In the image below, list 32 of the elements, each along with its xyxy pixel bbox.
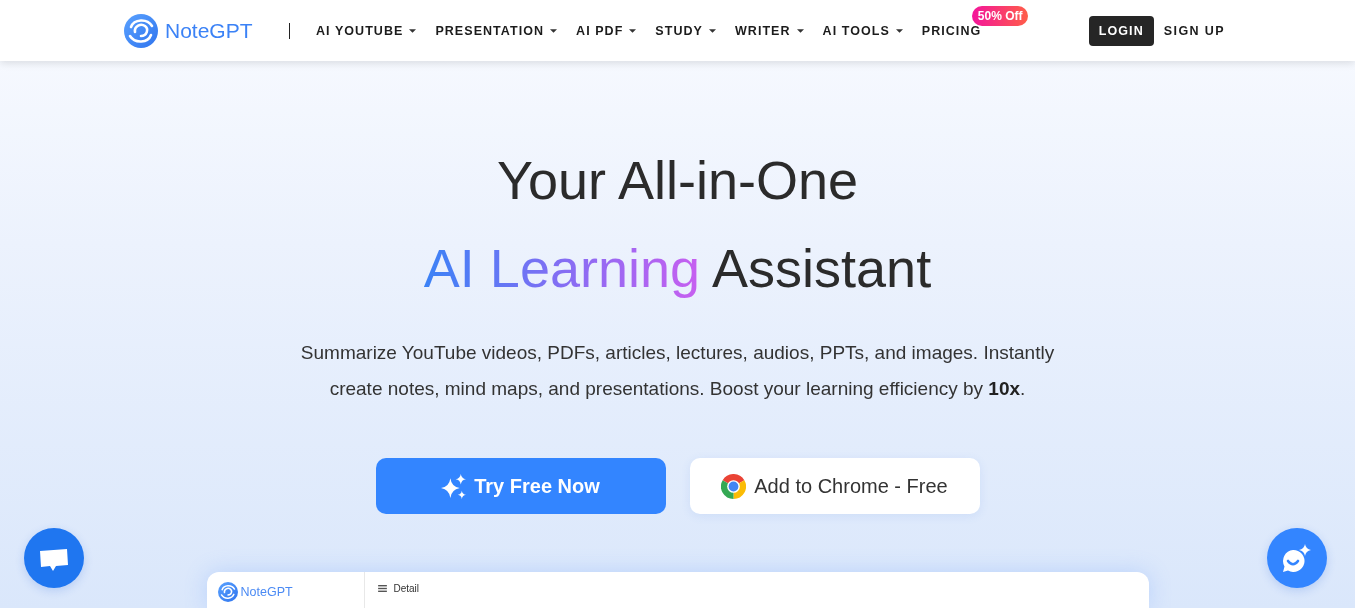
preview-logo-text: NoteGPT: [240, 585, 293, 599]
caret-down-icon: [550, 28, 558, 33]
spiral-logo-icon: [124, 13, 158, 48]
try-free-button[interactable]: Try Free Now: [375, 458, 666, 514]
caret-down-icon: [796, 28, 804, 33]
preview-header-title: Detail: [393, 582, 420, 594]
add-to-chrome-button[interactable]: Add to Chrome - Free: [689, 458, 980, 514]
nav-link[interactable]: PRICING: [921, 23, 982, 38]
ai-assistant-button[interactable]: [1267, 528, 1327, 588]
nav-link[interactable]: AI PDF: [576, 23, 637, 38]
nav-link[interactable]: AI TOOLS: [822, 23, 903, 38]
nav-link[interactable]: PRESENTATION: [435, 23, 558, 38]
chrome-icon: [721, 473, 747, 499]
nav-link[interactable]: STUDY: [655, 23, 716, 38]
caret-down-icon: [629, 28, 637, 33]
sparkle-icon: [441, 473, 467, 499]
hero-description: Summarize YouTube videos, PDFs, articles, lectures, audios, PPTs, and images. Instantly create notes, mind maps, and presentations. Boost your learning efficiency by 10x.: [299, 341, 1056, 401]
discount-badge: 50% Off: [971, 5, 1029, 26]
logo-link[interactable]: NoteGPT: [124, 13, 253, 48]
hero-title-line: Your All-in-One: [496, 149, 859, 212]
sign-up-link[interactable]: SIGN UP: [1163, 23, 1225, 38]
nav-link[interactable]: WRITER: [735, 23, 804, 38]
spiral-logo-icon: [217, 582, 238, 602]
speech-bubble-icon: [39, 548, 69, 572]
caret-down-icon: [895, 28, 903, 33]
caret-down-icon: [709, 28, 716, 33]
nav-link[interactable]: AI YOUTUBE: [316, 23, 417, 38]
chat-button[interactable]: [24, 528, 84, 588]
caret-down-icon: [409, 28, 417, 33]
login-button[interactable]: LOGIN: [1088, 15, 1154, 46]
menu-icon: [377, 584, 387, 592]
smiling-chat-bubble-icon: [1282, 543, 1312, 573]
